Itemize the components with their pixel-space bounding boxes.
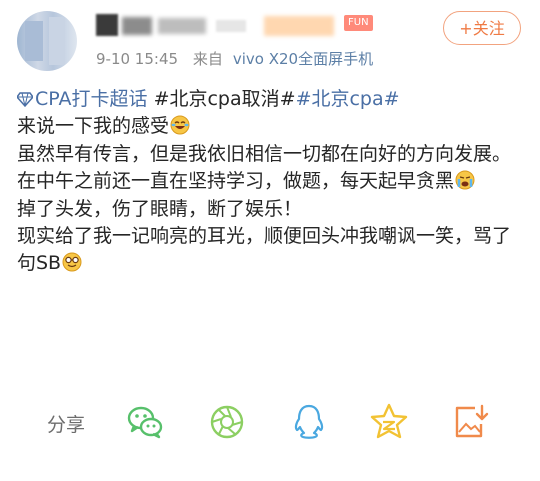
- post-content: CPA打卡超话 #北京cpa取消##北京cpa# 来说一下我的感受 虽然早有传言…: [17, 86, 522, 278]
- topic-line: CPA打卡超话 #北京cpa取消##北京cpa#: [17, 86, 522, 113]
- qzone-icon[interactable]: [369, 402, 409, 442]
- share-label: 分享: [47, 414, 86, 436]
- nerd-emoji-icon: [62, 252, 82, 272]
- post-time: 9-10 15:45: [96, 50, 179, 68]
- source-prefix: 来自: [192, 50, 223, 68]
- post-line-4: 掉了头发，伤了眼睛，断了娱乐！: [17, 197, 303, 220]
- post-line-3: 在中午之前还一直在坚持学习，做题，每天起早贪黑: [17, 168, 522, 195]
- hashtag-beijing-cpa[interactable]: #北京cpa#: [296, 88, 400, 110]
- supertopic-gem-icon: [17, 92, 33, 107]
- share-bar: 分享: [0, 400, 540, 448]
- post-line-1: 来说一下我的感受: [17, 113, 522, 140]
- laughing-tears-emoji-icon: [170, 115, 190, 135]
- avatar[interactable]: [17, 11, 77, 71]
- post-meta: 9-10 15:45 来自 vivo X20全面屏手机: [96, 48, 383, 69]
- post-line-2: 虽然早有传言，但是我依旧相信一切都在向好的方向发展。: [17, 142, 512, 165]
- follow-button[interactable]: +关注: [443, 11, 521, 45]
- wechat-icon[interactable]: [125, 402, 165, 442]
- post-header: FUN 9-10 15:45 来自 vivo X20全面屏手机 +关注: [0, 0, 540, 80]
- crying-emoji-icon: [455, 170, 475, 190]
- qq-icon[interactable]: [289, 402, 329, 442]
- moments-icon[interactable]: [207, 402, 247, 442]
- supertopic-link[interactable]: CPA打卡超话: [35, 88, 148, 110]
- save-image-icon[interactable]: [451, 402, 491, 442]
- post-line-5: 现实给了我一记响亮的耳光，顺便回头冲我嘲讽一笑，骂了句SB: [17, 225, 512, 275]
- fun-badge: FUN: [344, 15, 373, 31]
- hashtag-beijing-cpa-cancel[interactable]: #北京cpa取消#: [154, 88, 296, 110]
- device-name[interactable]: vivo X20全面屏手机: [233, 50, 373, 68]
- username-blurred[interactable]: [96, 12, 336, 38]
